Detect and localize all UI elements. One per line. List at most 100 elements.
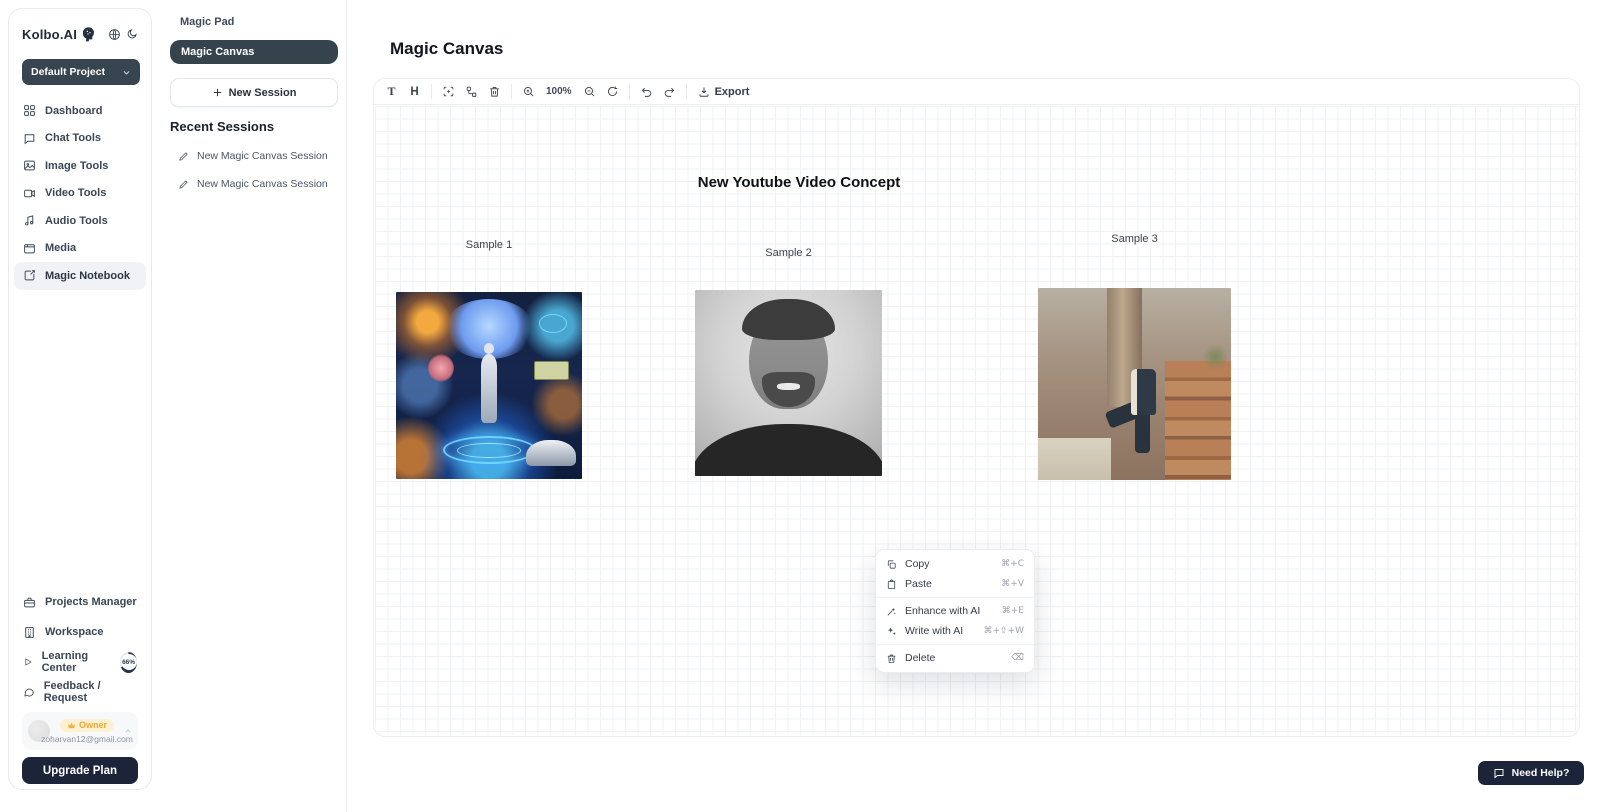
heading-tool-button[interactable]: H — [403, 82, 426, 102]
context-menu-item-copy[interactable]: Copy ⌘+C — [876, 554, 1034, 574]
role-badge-label: Owner — [79, 720, 107, 730]
sample-3-label[interactable]: Sample 3 — [1038, 233, 1231, 245]
sidebar-item-label: Media — [45, 242, 76, 254]
magic-wand-icon — [886, 606, 897, 617]
sidebar-item-label: Learning Center — [42, 650, 110, 674]
sidebar-item-video-tools[interactable]: Video Tools — [14, 180, 146, 208]
zoom-in-button[interactable] — [517, 82, 540, 102]
sidebar-item-feedback-request[interactable]: Feedback / Request — [14, 677, 146, 707]
ai-eye-shape — [539, 314, 567, 333]
sidebar-item-media[interactable]: Media — [14, 235, 146, 263]
context-menu-item-write-with-ai[interactable]: Write with AI ⌘+⇧+W — [876, 621, 1034, 641]
context-menu-item-paste[interactable]: Paste ⌘+V — [876, 574, 1034, 594]
project-selector-label: Default Project — [31, 66, 122, 78]
context-menu-shortcut: ⌘+E — [1002, 606, 1024, 616]
sample-2-image[interactable] — [695, 290, 882, 476]
canvas-toolbar: T H 100% — [374, 79, 1579, 105]
sidebar-item-label: Audio Tools — [45, 215, 108, 227]
upgrade-plan-button[interactable]: Upgrade Plan — [22, 757, 138, 784]
ai-robot-shape — [481, 354, 498, 423]
brand-logo-icon — [80, 26, 96, 42]
project-selector[interactable]: Default Project — [22, 59, 140, 85]
zoom-out-button[interactable] — [578, 82, 601, 102]
pencil-icon — [178, 151, 189, 162]
video-camera-icon — [23, 187, 36, 200]
building-icon — [23, 626, 36, 639]
chat-bubble-icon — [23, 132, 36, 145]
ai-select-icon — [442, 85, 455, 98]
paste-icon — [886, 579, 897, 590]
help-chat-icon — [1493, 767, 1505, 779]
language-globe-icon[interactable] — [105, 25, 123, 43]
need-help-button[interactable]: Need Help? — [1478, 761, 1584, 785]
toolbar-divider — [686, 84, 687, 99]
ai-select-tool-button[interactable] — [437, 82, 460, 102]
sidebar-item-label: Image Tools — [45, 160, 108, 172]
context-menu-shortcut: ⌘+⇧+W — [983, 626, 1024, 636]
reset-rotate-icon — [606, 85, 619, 98]
context-menu-label: Delete — [905, 652, 935, 664]
ai-money-shape — [534, 361, 569, 380]
sample-1-label[interactable]: Sample 1 — [396, 239, 582, 251]
user-account-box[interactable]: Owner zoharvan12@gmail.com — [22, 712, 138, 750]
new-session-button[interactable]: New Session — [170, 78, 338, 107]
sidebar-item-chat-tools[interactable]: Chat Tools — [14, 125, 146, 153]
sidebar-item-label: Workspace — [45, 626, 104, 638]
undo-button[interactable] — [635, 82, 658, 102]
sidebar-item-image-tools[interactable]: Image Tools — [14, 152, 146, 180]
flow-tool-button[interactable] — [460, 82, 483, 102]
sessions-panel: Magic Pad Magic Canvas New Session Recen… — [152, 0, 347, 812]
trash-icon — [488, 85, 501, 98]
toolbar-divider — [431, 84, 432, 99]
sidebar-item-dashboard[interactable]: Dashboard — [14, 97, 146, 125]
undo-icon — [640, 85, 653, 98]
tab-magic-canvas[interactable]: Magic Canvas — [170, 40, 338, 64]
music-note-icon — [23, 214, 36, 227]
export-label: Export — [715, 86, 750, 98]
trash-icon — [886, 653, 897, 664]
session-list-item[interactable]: New Magic Canvas Session — [178, 150, 328, 162]
sample-3-image[interactable] — [1038, 288, 1231, 480]
zoom-in-icon — [522, 85, 535, 98]
canvas-panel: T H 100% — [373, 78, 1580, 737]
sidebar-item-projects-manager[interactable]: Projects Manager — [14, 587, 146, 617]
portrait-shoulders-shape — [695, 424, 882, 476]
brand-name: Kolbo.AI — [22, 27, 77, 42]
brand-row: Kolbo.AI — [22, 24, 141, 44]
sidebar-item-label: Projects Manager — [45, 596, 137, 608]
sample-2-label[interactable]: Sample 2 — [695, 247, 882, 259]
tab-magic-pad[interactable]: Magic Pad — [180, 16, 234, 28]
image-icon — [23, 159, 36, 172]
user-meta: Owner zoharvan12@gmail.com — [50, 719, 124, 744]
media-folder-icon — [23, 242, 36, 255]
ai-heart-shape — [428, 354, 454, 382]
play-icon — [23, 656, 33, 668]
canvas-heading-text[interactable]: New Youtube Video Concept — [674, 174, 924, 191]
sidebar-item-audio-tools[interactable]: Audio Tools — [14, 207, 146, 235]
reset-view-button[interactable] — [601, 82, 624, 102]
context-menu-label: Enhance with AI — [905, 605, 980, 617]
export-button[interactable]: Export — [692, 82, 756, 102]
redo-button[interactable] — [658, 82, 681, 102]
chevron-down-icon — [122, 68, 131, 77]
pencil-icon — [178, 179, 189, 190]
sidebar-item-magic-notebook[interactable]: Magic Notebook — [14, 262, 146, 290]
toolbar-divider — [511, 84, 512, 99]
ai-car-shape — [526, 440, 576, 466]
portrait-smile-shape — [777, 383, 799, 390]
delete-tool-button[interactable] — [483, 82, 506, 102]
sidebar-item-learning-center[interactable]: Learning Center 66% — [14, 647, 146, 677]
dark-mode-moon-icon[interactable] — [123, 25, 141, 43]
text-tool-button[interactable]: T — [380, 82, 403, 102]
session-item-label: New Magic Canvas Session — [197, 150, 328, 162]
plus-icon — [212, 87, 223, 98]
sample-1-image[interactable] — [396, 292, 582, 479]
portrait-hair-shape — [742, 299, 836, 340]
toolbar-divider — [629, 84, 630, 99]
context-menu-item-delete[interactable]: Delete ⌫ — [876, 648, 1034, 668]
figure-leg-shape — [1135, 411, 1150, 453]
context-menu-item-enhance-with-ai[interactable]: Enhance with AI ⌘+E — [876, 601, 1034, 621]
session-list-item[interactable]: New Magic Canvas Session — [178, 178, 328, 190]
redo-icon — [663, 85, 676, 98]
sidebar-item-workspace[interactable]: Workspace — [14, 617, 146, 647]
